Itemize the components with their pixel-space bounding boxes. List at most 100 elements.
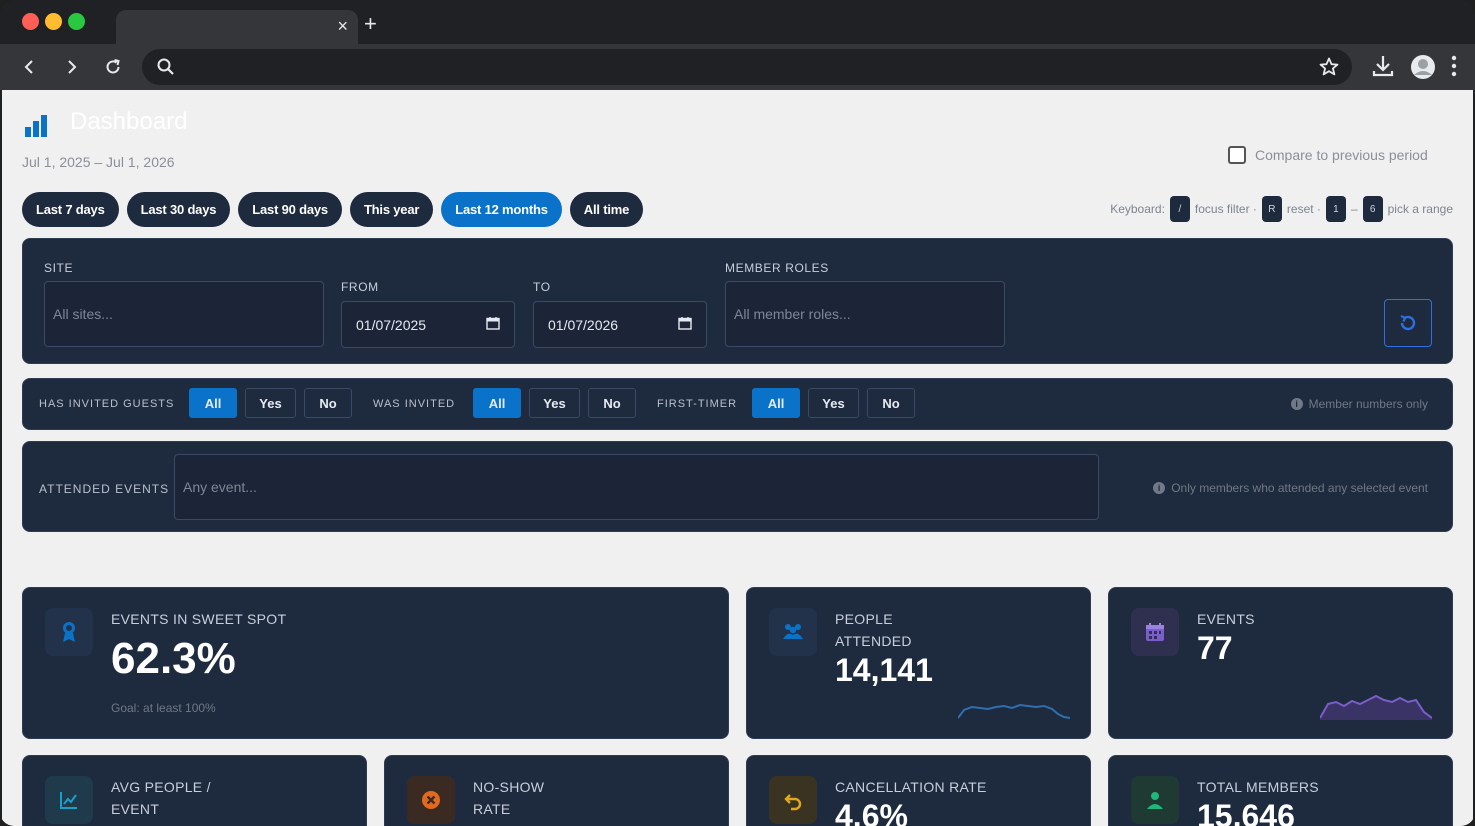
date-range-label: Jul 1, 2025 – Jul 1, 2026 — [22, 154, 175, 170]
reload-icon — [106, 59, 120, 74]
avg-people-label-1: AVG PEOPLE / — [111, 779, 211, 795]
events-icon-box — [1131, 608, 1179, 656]
preset-last-12-months[interactable]: Last 12 months — [441, 192, 562, 227]
maximize-window-button[interactable] — [68, 13, 85, 30]
avg-people-label: AVG PEOPLE / EVENT — [111, 776, 211, 820]
info-icon: i — [1290, 398, 1303, 410]
people-icon-box — [769, 608, 817, 656]
minimize-window-button[interactable] — [45, 13, 62, 30]
avg-people-label-2: EVENT — [111, 801, 160, 817]
member-numbers-hint: i Member numbers only — [1290, 397, 1428, 411]
cancellation-icon-box — [769, 776, 817, 824]
no-show-label-2: RATE — [473, 801, 511, 817]
has-invited-no[interactable]: No — [304, 388, 352, 418]
people-attended-label: PEOPLE ATTENDED — [835, 608, 912, 652]
site-input[interactable]: All sites... — [44, 281, 324, 347]
kbd-1: 1 — [1325, 196, 1346, 222]
no-show-label: NO-SHOW RATE — [473, 776, 544, 820]
has-invited-all[interactable]: All — [189, 388, 237, 418]
no-show-card: NO-SHOW RATE — [384, 755, 729, 826]
bar-chart-icon — [25, 115, 47, 137]
star-icon[interactable] — [1318, 56, 1340, 78]
from-date-input[interactable]: 01/07/2025 — [341, 301, 515, 348]
member-numbers-hint-text: Member numbers only — [1308, 397, 1428, 411]
members-icon-box — [1131, 776, 1179, 824]
attended-events-input[interactable]: Any event... — [174, 454, 1099, 520]
reset-icon — [1400, 314, 1416, 331]
browser-tab[interactable]: × — [116, 10, 358, 44]
keyboard-label: Keyboard: — [1110, 202, 1165, 216]
preset-last-7-days[interactable]: Last 7 days — [22, 192, 119, 227]
attended-events-label: ATTENDED EVENTS — [39, 482, 170, 496]
has-invited-yes[interactable]: Yes — [245, 388, 296, 418]
reload-button[interactable] — [99, 53, 127, 81]
back-button[interactable] — [16, 53, 44, 81]
was-invited-all[interactable]: All — [473, 388, 521, 418]
cancellation-value: 4.6% — [835, 798, 908, 826]
kbd-hint-range: pick a range — [1387, 202, 1453, 216]
filter-panel: SITE All sites... FROM 01/07/2025 TO 01/… — [22, 238, 1453, 364]
events-card: EVENTS 77 — [1108, 587, 1453, 739]
people-attended-card: PEOPLE ATTENDED 14,141 — [746, 587, 1091, 739]
menu-dots-icon[interactable] — [1448, 53, 1460, 79]
avg-icon-box — [45, 776, 93, 824]
search-icon — [157, 58, 174, 75]
forward-button[interactable] — [57, 53, 85, 81]
first-timer-label: FIRST-TIMER — [657, 398, 738, 410]
first-timer-all[interactable]: All — [752, 388, 800, 418]
was-invited-no[interactable]: No — [588, 388, 636, 418]
compare-checkbox[interactable] — [1228, 146, 1246, 164]
kbd-hint-focus: focus filter · — [1194, 202, 1257, 216]
total-members-card: TOTAL MEMBERS 15,646 — [1108, 755, 1453, 826]
preset-last-90-days[interactable]: Last 90 days — [238, 192, 342, 227]
browser-toolbar — [0, 44, 1475, 90]
first-timer-yes[interactable]: Yes — [808, 388, 859, 418]
tab-close-icon[interactable]: × — [337, 16, 348, 36]
was-invited-label: WAS INVITED — [373, 398, 456, 410]
avg-people-card: AVG PEOPLE / EVENT — [22, 755, 367, 826]
keyboard-hints: Keyboard: / focus filter · R reset · 1 –… — [1110, 196, 1453, 222]
award-ribbon-icon — [63, 622, 75, 642]
kbd-slash: / — [1169, 196, 1190, 222]
sweet-spot-goal: Goal: at least 100% — [111, 701, 216, 715]
to-date-input[interactable]: 01/07/2026 — [533, 301, 707, 348]
cancellation-card: CANCELLATION RATE 4.6% — [746, 755, 1091, 826]
from-label: FROM — [341, 280, 379, 294]
kbd-r: R — [1261, 196, 1282, 222]
close-window-button[interactable] — [22, 13, 39, 30]
kbd-dash: – — [1350, 202, 1358, 216]
calendar-icon[interactable] — [678, 316, 692, 330]
page-content: Dashboard Jul 1, 2025 – Jul 1, 2026 Comp… — [2, 90, 1473, 826]
total-members-value: 15,646 — [1197, 798, 1295, 826]
profile-avatar-icon[interactable] — [1409, 53, 1437, 81]
people-sparkline-line — [958, 703, 1070, 719]
sweet-spot-label: EVENTS IN SWEET SPOT — [111, 611, 287, 627]
attended-events-hint-text: Only members who attended any selected e… — [1171, 481, 1428, 495]
preset-this-year[interactable]: This year — [349, 192, 434, 227]
calendar-icon[interactable] — [486, 316, 500, 330]
new-tab-button[interactable]: + — [364, 13, 377, 35]
download-icon[interactable] — [1370, 53, 1396, 79]
first-timer-no[interactable]: No — [867, 388, 915, 418]
compare-toggle[interactable]: Compare to previous period — [1228, 146, 1428, 164]
preset-last-30-days[interactable]: Last 30 days — [126, 192, 231, 227]
range-presets: Last 7 days Last 30 days Last 90 days Th… — [22, 192, 644, 227]
events-sparkline — [1320, 694, 1432, 720]
browser-window: × + Dashboard Jul 1, 2025 – Jul 1, 2026 — [0, 0, 1475, 826]
member-roles-input[interactable]: All member roles... — [725, 281, 1005, 347]
address-bar[interactable] — [142, 49, 1352, 85]
x-circle-icon — [422, 791, 440, 809]
no-show-icon-box — [407, 776, 455, 824]
reset-filters-button[interactable] — [1384, 299, 1432, 347]
was-invited-yes[interactable]: Yes — [529, 388, 580, 418]
site-label: SITE — [44, 261, 74, 275]
events-label: EVENTS — [1197, 611, 1255, 627]
arrow-right-icon — [68, 60, 77, 74]
page-title: Dashboard — [70, 108, 188, 135]
info-icon: i — [1153, 482, 1166, 494]
sweet-spot-icon-box — [45, 608, 93, 656]
kbd-6: 6 — [1362, 196, 1383, 222]
tab-strip: × + — [0, 0, 1475, 44]
compare-label: Compare to previous period — [1255, 147, 1428, 163]
preset-all-time[interactable]: All time — [569, 192, 644, 227]
